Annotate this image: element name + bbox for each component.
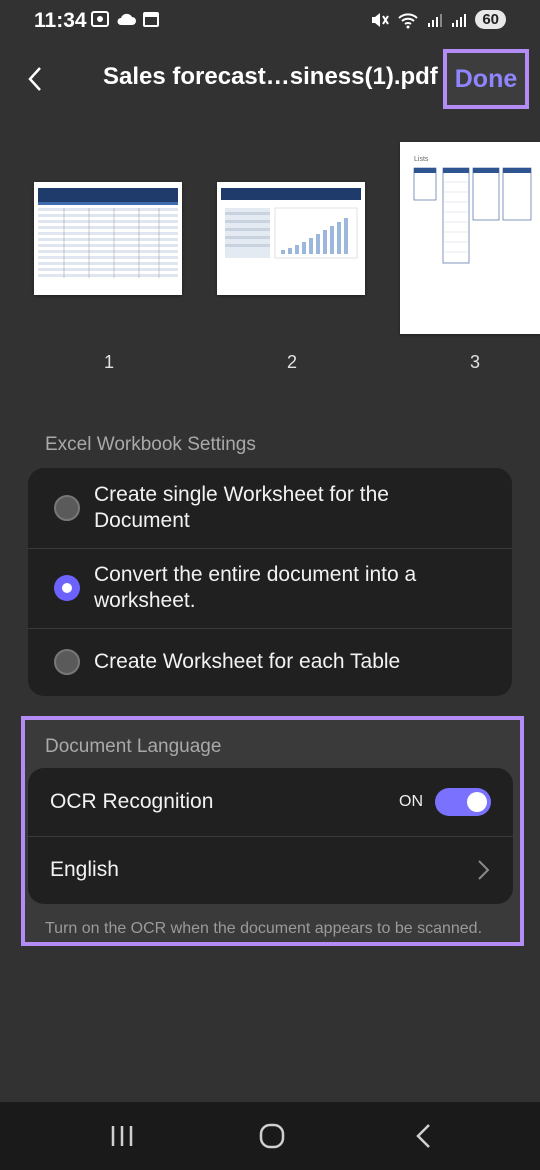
language-row[interactable]: English xyxy=(28,836,513,904)
ocr-row: OCR Recognition ON xyxy=(28,768,513,836)
calendar-icon xyxy=(143,12,159,27)
wifi-icon xyxy=(398,12,419,28)
radio-single-worksheet[interactable] xyxy=(54,495,80,521)
status-icons-right: 60 xyxy=(369,10,506,29)
radio-entire-document[interactable] xyxy=(54,575,80,601)
option-single-worksheet[interactable]: Create single Worksheet for the Document xyxy=(28,468,512,548)
signal-icon-1 xyxy=(428,13,443,27)
home-button[interactable] xyxy=(252,1120,292,1152)
excel-settings-card: Create single Worksheet for the Document… xyxy=(28,468,512,696)
chevron-right-icon xyxy=(478,860,490,880)
radio-each-table[interactable] xyxy=(54,649,80,675)
home-icon xyxy=(259,1123,285,1149)
document-language-section: Document Language OCR Recognition ON Eng… xyxy=(21,716,524,946)
cloud-icon xyxy=(117,13,136,25)
signal-icon-2 xyxy=(452,13,467,27)
done-button[interactable]: Done xyxy=(455,65,518,94)
document-language-title: Document Language xyxy=(45,736,222,757)
document-title: Sales forecast…siness(1).pdf xyxy=(103,63,438,90)
back-icon xyxy=(416,1124,430,1148)
nav-back-button[interactable] xyxy=(404,1120,444,1152)
ocr-label: OCR Recognition xyxy=(50,790,214,813)
option-entire-document[interactable]: Convert the entire document into a works… xyxy=(28,548,512,628)
page-number-3: 3 xyxy=(469,352,480,372)
page-number-1: 1 xyxy=(103,352,114,372)
ocr-hint: Turn on the OCR when the document appear… xyxy=(45,920,483,937)
status-time: 11:34 xyxy=(34,9,87,32)
page-thumbnail-3[interactable]: Lists xyxy=(400,142,540,334)
page-number-2: 2 xyxy=(286,352,297,372)
option-each-table[interactable]: Create Worksheet for each Table xyxy=(28,628,512,696)
thumbnail-3-heading: Lists xyxy=(414,156,429,163)
done-highlight: Done xyxy=(443,49,529,109)
recents-icon xyxy=(111,1126,133,1146)
screenshot-icon xyxy=(91,11,109,27)
navigation-bar xyxy=(0,1102,540,1170)
page-thumbnail-2[interactable] xyxy=(217,182,365,295)
back-button[interactable] xyxy=(22,62,52,96)
option-label: Create single Worksheet for the Document xyxy=(94,483,389,532)
option-label: Create Worksheet for each Table xyxy=(94,650,401,673)
page-thumbnail-1[interactable] xyxy=(34,182,182,295)
mute-icon xyxy=(372,12,390,27)
language-value: English xyxy=(50,858,119,881)
document-language-card: OCR Recognition ON English xyxy=(28,768,513,904)
status-icons-left xyxy=(90,10,160,28)
ocr-state: ON xyxy=(399,793,423,810)
chevron-left-icon xyxy=(28,67,41,91)
recents-button[interactable] xyxy=(102,1120,142,1152)
option-label: Convert the entire document into a works… xyxy=(94,563,417,612)
excel-settings-title: Excel Workbook Settings xyxy=(45,434,256,455)
ocr-toggle[interactable] xyxy=(435,788,491,816)
battery-level: 60 xyxy=(475,10,506,29)
